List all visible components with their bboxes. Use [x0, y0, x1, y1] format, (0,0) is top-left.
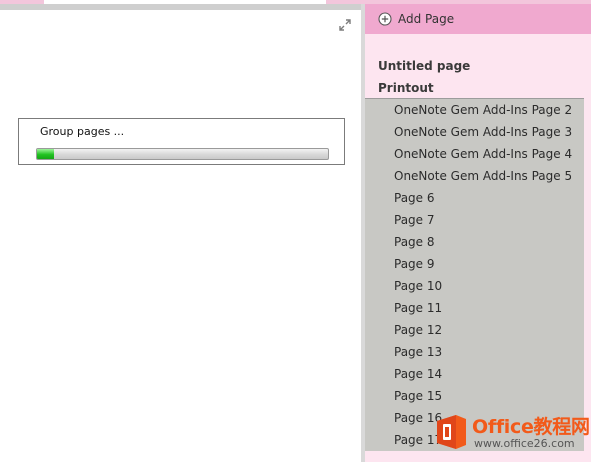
page-list-item[interactable]: Printout	[365, 77, 591, 99]
watermark-url: www.office26.com	[474, 437, 575, 450]
page-list-item[interactable]: Page 14	[365, 363, 584, 385]
page-list-item[interactable]: Page 7	[365, 209, 584, 231]
page-list-item[interactable]: Page 8	[365, 231, 584, 253]
page-list-panel: Add Page Untitled page Printout OneNote Ge…	[365, 4, 591, 462]
page-list-item[interactable]: OneNote Gem Add-Ins Page 5	[365, 165, 584, 187]
page-list-item[interactable]: Page 12	[365, 319, 584, 341]
page-list-item[interactable]: Untitled page	[365, 55, 591, 77]
expand-diagonal-icon[interactable]	[338, 18, 352, 32]
watermark: Office教程网 www.office26.com	[432, 412, 591, 462]
progress-dialog: Group pages ...	[18, 118, 345, 165]
page-list-item[interactable]: Page 6	[365, 187, 584, 209]
add-page-button[interactable]: Add Page	[365, 4, 591, 34]
add-page-label: Add Page	[398, 12, 455, 26]
page-list-item[interactable]: OneNote Gem Add-Ins Page 4	[365, 143, 584, 165]
page-list-item[interactable]: OneNote Gem Add-Ins Page 3	[365, 121, 584, 143]
progress-bar	[36, 148, 329, 160]
progress-label: Group pages ...	[40, 125, 125, 138]
page-list-item[interactable]: Page 10	[365, 275, 584, 297]
page-list-item[interactable]: OneNote Gem Add-Ins Page 2	[365, 99, 584, 121]
progress-bar-fill	[37, 149, 55, 159]
page-canvas[interactable]	[0, 10, 361, 462]
page-list-item[interactable]: Page 9	[365, 253, 584, 275]
page-list-item[interactable]: Page 15	[365, 385, 584, 407]
plus-circle-icon	[378, 12, 392, 26]
page-list-item[interactable]: Page 11	[365, 297, 584, 319]
office-logo-icon	[437, 415, 466, 449]
page-list-item[interactable]: Page 13	[365, 341, 584, 363]
watermark-brand: Office教程网	[472, 416, 590, 438]
